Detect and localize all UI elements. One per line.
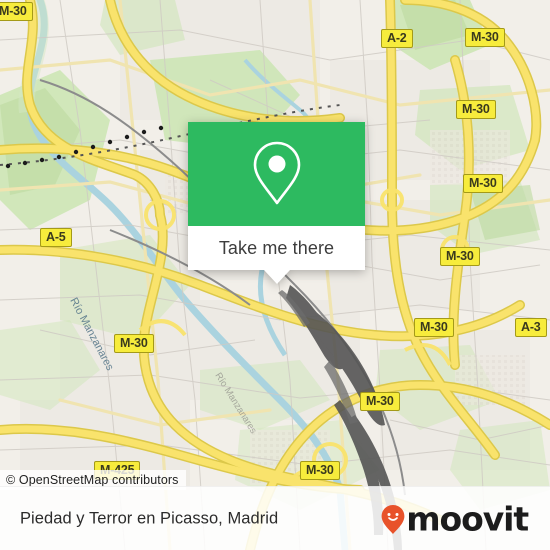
road-shield: M-30 — [456, 100, 496, 120]
road-shield: M-30 — [300, 461, 340, 481]
footer-bar: Piedad y Terror en Picasso, Madrid moovi… — [0, 486, 550, 550]
road-shield: M-30 — [465, 28, 505, 48]
road-shield: M-30 — [463, 174, 503, 194]
moovit-logo[interactable]: moovit — [381, 499, 529, 539]
road-shield: M-30 — [0, 2, 33, 22]
road-shield: M-30 — [440, 247, 480, 267]
popup-action-area[interactable]: Take me there — [188, 226, 365, 270]
popup-tail — [263, 270, 290, 284]
take-me-there-popup[interactable]: Take me there — [188, 122, 365, 284]
take-me-there-label: Take me there — [218, 237, 335, 258]
road-shield: M-30 — [114, 334, 154, 354]
popup-icon-area — [188, 122, 365, 226]
road-shield: A-2 — [381, 29, 413, 49]
moovit-wordmark: moovit — [406, 499, 529, 539]
moovit-map-screenshot: Río Manzanares Río Manzanares M-30 A-2 M… — [0, 0, 550, 550]
road-shield: M-30 — [414, 318, 454, 338]
road-shield: A-5 — [40, 228, 72, 248]
road-shield: A-3 — [515, 318, 547, 338]
map-pin-icon — [253, 141, 300, 205]
road-shield: M-30 — [360, 392, 400, 412]
place-title: Piedad y Terror en Picasso, Madrid — [20, 509, 279, 528]
moovit-pin-smiley-icon — [381, 504, 405, 534]
